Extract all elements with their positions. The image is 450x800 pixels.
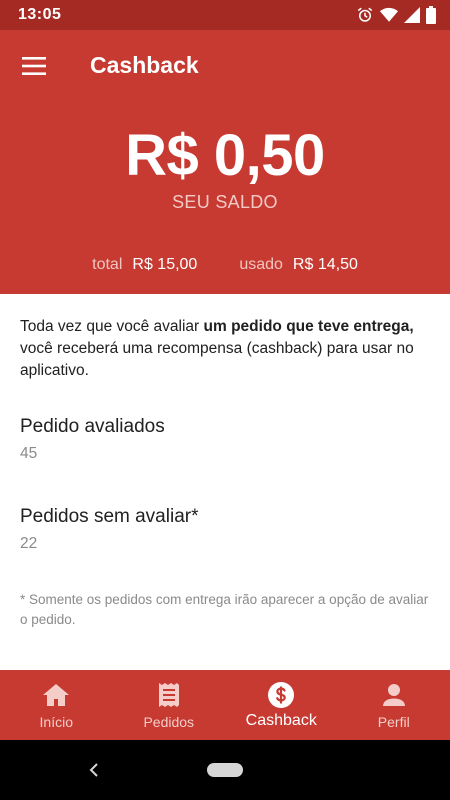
nav-item-cashback[interactable]: Cashback: [225, 670, 338, 740]
cashback-content: Toda vez que você avaliar um pedido que …: [0, 294, 450, 670]
nav-label-inicio: Início: [39, 714, 73, 730]
home-icon: [43, 682, 70, 708]
balance-panel: R$ 0,50 SEU SALDO total R$ 15,00 usado R…: [0, 102, 450, 294]
receipt-icon: [158, 682, 179, 708]
battery-icon: [426, 6, 436, 24]
balance-caption: SEU SALDO: [172, 192, 278, 212]
wifi-icon: [380, 7, 398, 23]
status-bar: 13:05: [0, 0, 450, 30]
nav-item-pedidos[interactable]: Pedidos: [113, 670, 226, 740]
balance-amount: R$ 0,50: [125, 123, 325, 188]
status-time: 13:05: [18, 6, 62, 23]
alarm-icon: [356, 6, 374, 24]
used-value: R$ 14,50: [292, 256, 358, 273]
signal-icon: [404, 7, 420, 23]
evaluated-orders-value: 45: [20, 445, 38, 462]
intro-text: Toda vez que você avaliar um pedido que …: [20, 316, 432, 382]
total-label: total: [92, 256, 123, 273]
unevaluated-orders-value: 22: [20, 535, 38, 552]
totals-row: total R$ 15,00 usado R$ 14,50: [0, 256, 450, 274]
home-pill-button[interactable]: [207, 763, 243, 777]
nav-label-perfil: Perfil: [377, 714, 410, 730]
hamburger-menu-icon[interactable]: [16, 48, 52, 84]
bottom-nav: Início Pedidos Cashback Perfil: [0, 670, 450, 740]
unevaluated-orders-label: Pedidos sem avaliar*: [20, 506, 199, 527]
status-icons: [356, 6, 436, 24]
nav-label-pedidos: Pedidos: [143, 714, 195, 730]
total-value: R$ 15,00: [132, 256, 198, 273]
evaluated-orders-label: Pedido avaliados: [20, 416, 165, 437]
nav-item-perfil[interactable]: Perfil: [338, 670, 450, 740]
app-bar: Cashback: [0, 30, 450, 102]
used-label: usado: [239, 256, 283, 273]
intro-text-start: Toda vez que você avaliar: [20, 318, 204, 335]
person-icon: [382, 682, 405, 708]
intro-text-bold: um pedido que teve entrega,: [203, 318, 414, 335]
nav-item-inicio[interactable]: Início: [0, 670, 113, 740]
intro-text-end: você receberá uma recompensa (cashback) …: [20, 340, 414, 379]
system-nav-bar: [0, 740, 450, 800]
dollar-circle-icon: [268, 682, 295, 708]
nav-label-cashback: Cashback: [245, 712, 317, 729]
back-chevron-icon[interactable]: [84, 758, 104, 782]
page-title: Cashback: [90, 52, 199, 78]
footnote: * Somente os pedidos com entrega irão ap…: [20, 592, 429, 627]
